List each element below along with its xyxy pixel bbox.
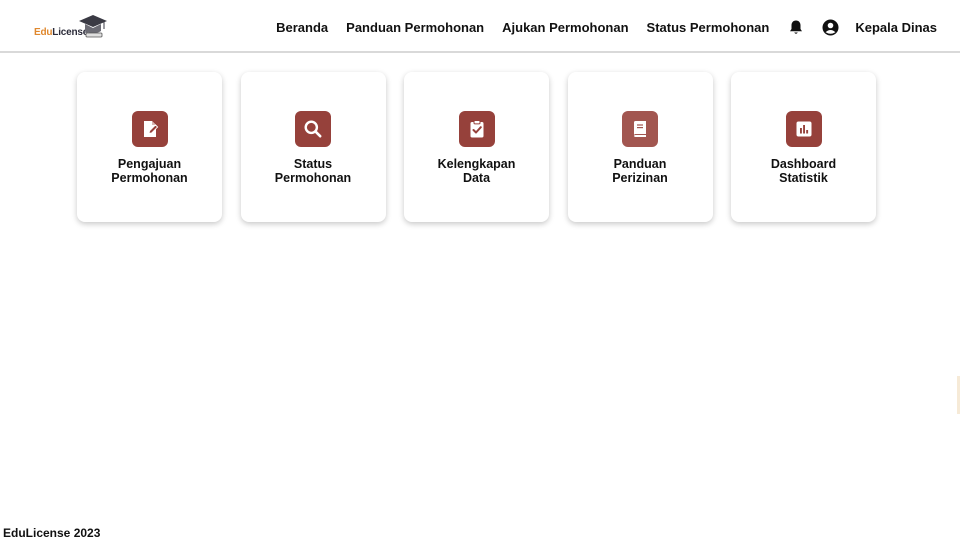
footer-text: EduLicense 2023 (3, 526, 101, 540)
clipboard-check-icon (458, 111, 495, 147)
search-icon (295, 111, 331, 147)
bar-chart-icon (785, 111, 822, 147)
card-label-line2: Permohonan (274, 171, 352, 185)
nav-link-panduan-permohonan[interactable]: Panduan Permohonan (346, 20, 484, 35)
card-label-line2: Permohonan (111, 171, 188, 185)
book-icon (622, 111, 658, 147)
card-dashboard-statistik[interactable]: Dashboard Statistik (731, 72, 876, 222)
card-label-line2: Statistik (779, 171, 828, 185)
user-circle-icon[interactable] (822, 19, 839, 36)
card-label-line1: Kelengkapan (437, 157, 516, 171)
nav-links: Beranda Panduan Permohonan Ajukan Permoh… (276, 19, 937, 36)
graduation-cap-icon (79, 15, 107, 38)
nav-link-beranda[interactable]: Beranda (276, 20, 328, 35)
menu-cards: Pengajuan Permohonan Status Permohonan K… (77, 72, 876, 222)
card-label-line2: Data (462, 171, 491, 185)
nav-link-ajukan-permohonan[interactable]: Ajukan Permohonan (502, 20, 628, 35)
card-label-line1: Status (293, 157, 333, 171)
user-name[interactable]: Kepala Dinas (855, 20, 937, 35)
edulicense-logo[interactable]: EduLicense (34, 13, 108, 41)
nav-link-status-permohonan[interactable]: Status Permohonan (647, 20, 770, 35)
card-label-line1: Panduan (613, 157, 667, 171)
card-pengajuan-permohonan[interactable]: Pengajuan Permohonan (77, 72, 222, 222)
top-navbar: EduLicense Beranda Panduan Permohonan Aj… (0, 0, 960, 53)
card-status-permohonan[interactable]: Status Permohonan (240, 72, 386, 222)
card-label-line1: Pengajuan (117, 157, 182, 171)
logo-text-edu: Edu (34, 27, 53, 38)
card-label: Dashboard Statistik (744, 157, 864, 185)
card-label: Status Permohonan (253, 157, 373, 185)
card-kelengkapan-data[interactable]: Kelengkapan Data (404, 72, 549, 222)
card-label-line2: Perizinan (612, 171, 668, 185)
card-label: Panduan Perizinan (580, 157, 700, 185)
card-label-line1: Dashboard (770, 157, 837, 171)
card-label: Kelengkapan Data (417, 157, 537, 185)
bell-icon[interactable] (787, 19, 804, 36)
card-label: Pengajuan Permohonan (90, 157, 210, 185)
card-panduan-perizinan[interactable]: Panduan Perizinan (567, 72, 713, 222)
edit-document-icon (131, 111, 168, 147)
